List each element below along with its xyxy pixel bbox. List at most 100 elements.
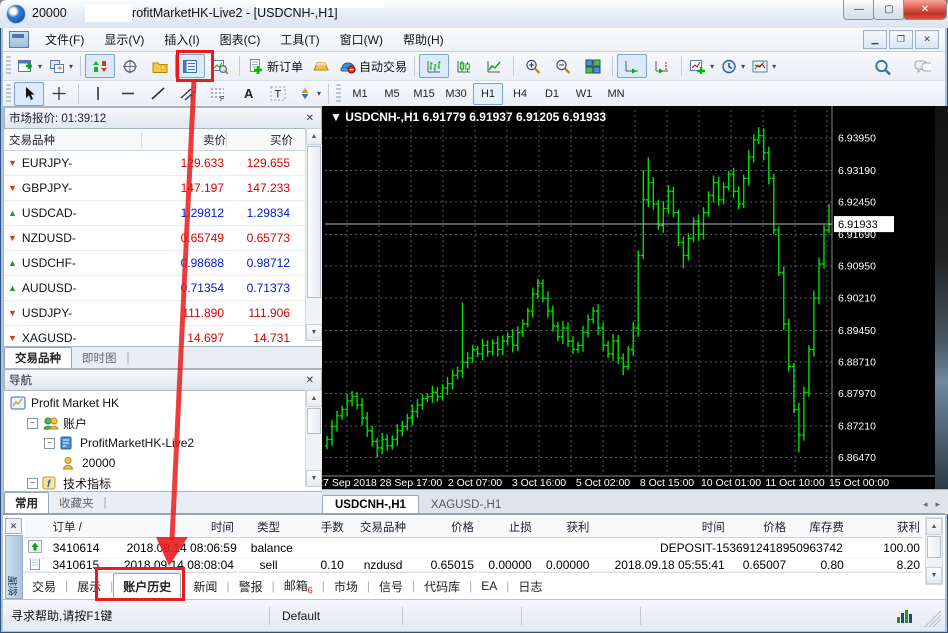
zoom-out-button[interactable] xyxy=(548,54,578,78)
market-watch-column-header[interactable]: 卖价 xyxy=(142,132,227,148)
terminal-tab[interactable]: EA xyxy=(472,575,506,597)
market-watch-scrollbar[interactable]: ▲ ▼ xyxy=(305,128,322,341)
market-watch-column-header[interactable]: 买价 xyxy=(227,132,299,148)
tree-expander-icon[interactable]: − xyxy=(27,478,38,489)
templates-button[interactable]: ▾ xyxy=(748,54,779,78)
timeframe-m1-button[interactable]: M1 xyxy=(345,83,375,105)
minimize-button[interactable]: — xyxy=(843,0,875,20)
market-watch-close-icon[interactable]: ✕ xyxy=(303,113,317,124)
scroll-up-icon[interactable]: ▲ xyxy=(306,128,322,145)
timeframe-h4-button[interactable]: H4 xyxy=(505,83,535,105)
crosshair-button[interactable] xyxy=(44,82,74,106)
scroll-thumb[interactable] xyxy=(927,536,941,558)
market-watch-row[interactable]: ▼GBPJPY-147.197147.233 xyxy=(4,176,322,201)
tree-expander-icon[interactable]: − xyxy=(27,418,38,429)
menu-item[interactable]: 图表(C) xyxy=(210,28,271,51)
terminal-column-header[interactable]: 时间 xyxy=(113,519,237,535)
gold-ingot-button[interactable] xyxy=(306,54,336,78)
scroll-down-icon[interactable]: ▼ xyxy=(306,324,322,341)
indicators-dropdown-icon[interactable]: ▾ xyxy=(710,62,714,71)
text-button[interactable]: A xyxy=(233,82,263,106)
chart-tab[interactable]: XAGUSD-,H1 xyxy=(419,496,513,514)
terminal-table-header[interactable]: 订单 /时间类型手数交易品种价格止损获利时间价格库存费获利 xyxy=(25,517,923,538)
terminal-tab[interactable]: 信号 xyxy=(370,574,412,599)
profiles-button[interactable]: ▾ xyxy=(45,54,76,78)
menu-item[interactable]: 窗口(W) xyxy=(330,28,393,51)
menu-item[interactable]: 工具(T) xyxy=(270,28,329,51)
navigator-close-icon[interactable]: ✕ xyxy=(303,375,317,386)
resize-grip[interactable] xyxy=(924,610,941,627)
close-button[interactable]: ✕ xyxy=(903,0,947,20)
market-watch-row[interactable]: ▼EURJPY-129.633129.655 xyxy=(4,151,322,176)
data-window-button[interactable] xyxy=(115,54,145,78)
new-chart-dropdown-icon[interactable]: ▾ xyxy=(38,62,42,71)
timeframe-h1-button[interactable]: H1 xyxy=(473,83,503,105)
terminal-row[interactable]: 34106142018.09.14 08:06:59balanceDEPOSIT… xyxy=(25,538,923,559)
scroll-down-icon[interactable]: ▼ xyxy=(306,470,322,487)
scroll-down-icon[interactable]: ▼ xyxy=(926,567,942,584)
navigator-tab[interactable]: 常用 xyxy=(4,492,49,514)
restore-button[interactable]: ▢ xyxy=(873,0,905,20)
timeframe-w1-button[interactable]: W1 xyxy=(569,83,599,105)
indicators-button[interactable]: ▾ xyxy=(686,54,717,78)
terminal-tab[interactable]: 邮箱6 xyxy=(275,573,322,599)
mdi-restore-button[interactable]: ❐ xyxy=(889,30,913,49)
mdi-minimize-button[interactable]: ▁ xyxy=(863,30,887,49)
candlestick-button[interactable] xyxy=(449,54,479,78)
timeframe-d1-button[interactable]: D1 xyxy=(537,83,567,105)
mdi-close-button[interactable]: ✕ xyxy=(915,30,939,49)
chart-tab-prev-icon[interactable]: ◂ xyxy=(923,499,928,510)
terminal-tab[interactable]: 账户历史 xyxy=(113,573,181,600)
menu-item[interactable]: 文件(F) xyxy=(35,28,94,51)
scroll-up-icon[interactable]: ▲ xyxy=(306,390,322,407)
market-watch-row[interactable]: ▲USDCHF-0.986880.98712 xyxy=(4,251,322,276)
terminal-scrollbar[interactable]: ▲ ▼ xyxy=(925,517,943,585)
auto-scroll-button[interactable] xyxy=(617,54,647,78)
horizontal-line-button[interactable] xyxy=(113,82,143,106)
periods-button[interactable]: ▾ xyxy=(717,54,748,78)
market-watch-row[interactable]: ▲AUDUSD-0.713540.71373 xyxy=(4,276,322,301)
terminal-close-icon[interactable]: ✕ xyxy=(5,518,22,534)
title-bar[interactable]: 20000: ProfitMarketHK-Live2 - [USDCNH-,H… xyxy=(0,0,948,28)
arrows-dropdown-icon[interactable]: ▾ xyxy=(317,89,321,98)
autotrading-button[interactable]: 自动交易 xyxy=(336,54,410,78)
tree-expander-icon[interactable]: − xyxy=(44,438,55,449)
zoom-in-button[interactable] xyxy=(518,54,548,78)
menu-item[interactable]: 显示(V) xyxy=(94,28,154,51)
chart-tab[interactable]: USDCNH-,H1 xyxy=(322,495,419,514)
timeframe-m5-button[interactable]: M5 xyxy=(377,83,407,105)
trendline-button[interactable] xyxy=(143,82,173,106)
strategy-tester-button[interactable] xyxy=(205,54,235,78)
terminal-column-header[interactable]: 交易品种 xyxy=(347,519,419,535)
terminal-tab[interactable]: 日志 xyxy=(509,574,551,599)
terminal-column-header[interactable]: 价格 xyxy=(419,519,477,535)
terminal-vertical-titlebar[interactable]: 终端 xyxy=(5,535,23,599)
new-chart-button[interactable]: ▾ xyxy=(14,54,45,78)
bar-chart-button[interactable] xyxy=(419,54,449,78)
templates-dropdown-icon[interactable]: ▾ xyxy=(772,62,776,71)
menu-item[interactable]: 帮助(H) xyxy=(393,28,454,51)
terminal-tab[interactable]: 展示 xyxy=(68,574,110,599)
arrows-button[interactable]: ▾ xyxy=(293,82,324,106)
terminal-column-header[interactable]: 获利 xyxy=(535,519,593,535)
market-watch-tab[interactable]: 交易品种 xyxy=(4,347,72,369)
navigator-tree-item[interactable]: −f技术指标 xyxy=(4,473,322,493)
scroll-thumb[interactable] xyxy=(307,146,321,298)
terminal-tab[interactable]: 新闻 xyxy=(184,574,226,599)
toolbar-grip[interactable] xyxy=(6,56,11,76)
terminal-row[interactable]: 34106152018.09.14 08:08:04sell0.10nzdusd… xyxy=(25,559,923,572)
market-watch-column-header[interactable]: 交易品种卖价买价 xyxy=(4,129,322,151)
terminal-tab[interactable]: 交易 xyxy=(23,574,65,599)
terminal-column-header[interactable]: 订单 / xyxy=(49,519,112,535)
chart-plot[interactable]: 6.939506.931906.924506.916906.909506.902… xyxy=(322,106,948,489)
market-watch-column-header[interactable]: 交易品种 xyxy=(4,132,142,148)
cursor-button[interactable] xyxy=(14,82,44,106)
terminal-button[interactable] xyxy=(175,54,205,78)
terminal-tab[interactable]: 代码库 xyxy=(415,574,469,599)
timeframe-m30-button[interactable]: M30 xyxy=(441,83,471,105)
market-watch-row[interactable]: ▼USDJPY-111.890111.906 xyxy=(4,301,322,326)
terminal-column-header[interactable]: 类型 xyxy=(237,519,300,535)
navigator-button[interactable] xyxy=(145,54,175,78)
toolbar-grip[interactable] xyxy=(6,84,11,104)
terminal-column-header[interactable]: 价格 xyxy=(728,519,789,535)
